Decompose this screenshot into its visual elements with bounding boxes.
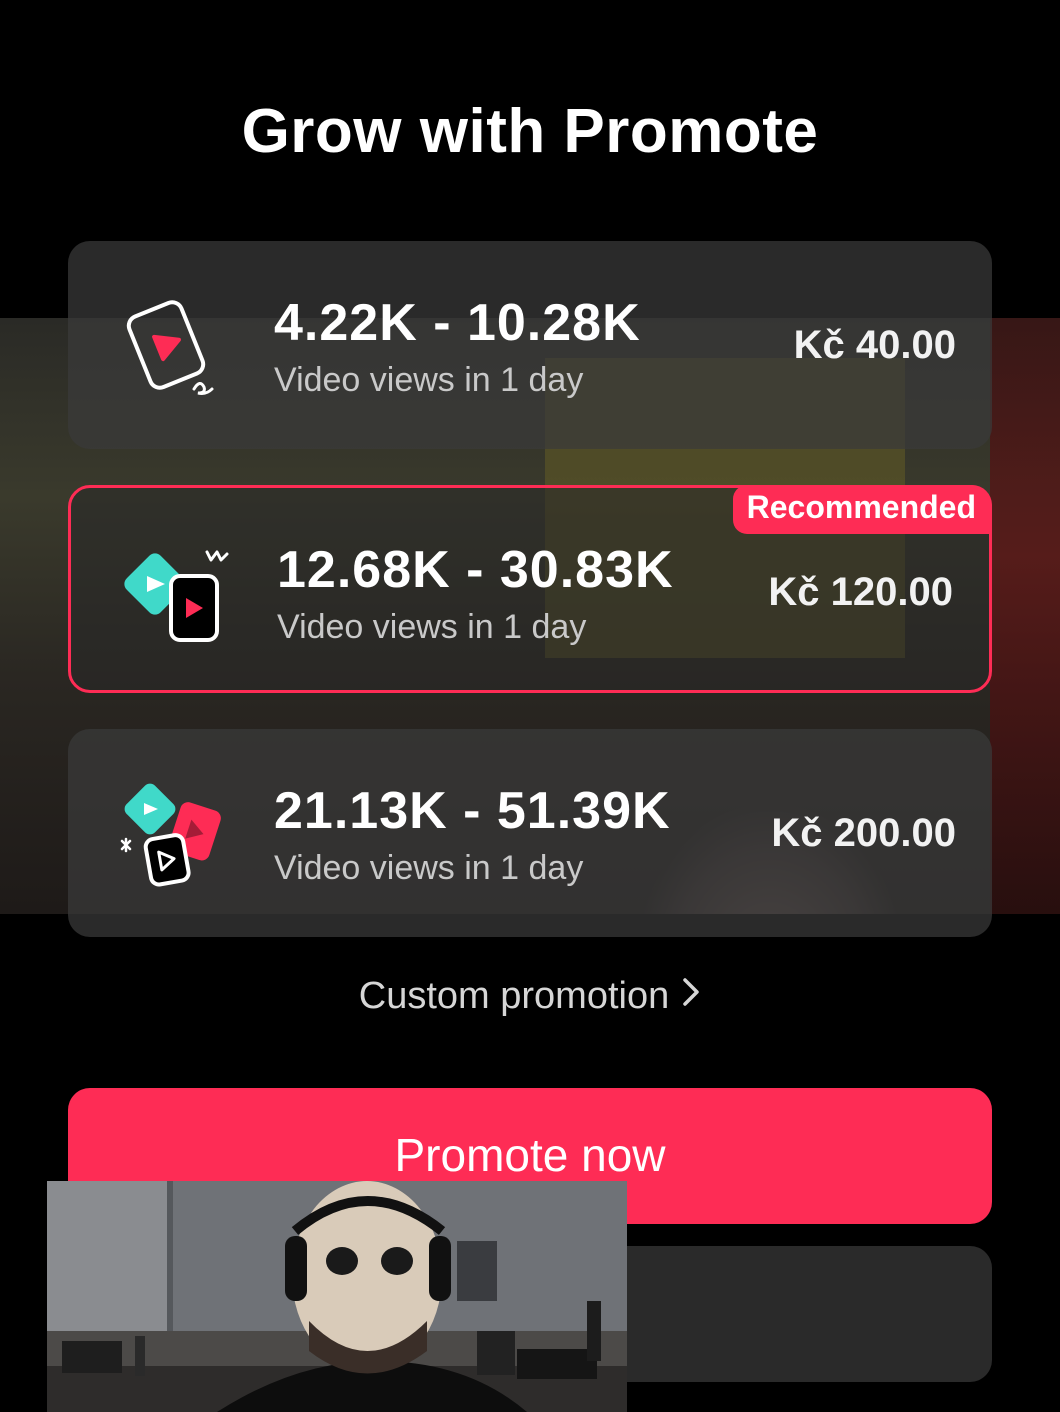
option-price: Kč 120.00: [768, 570, 953, 614]
promote-option-3[interactable]: 21.13K - 51.39K Video views in 1 day Kč …: [68, 729, 992, 937]
views-subtitle: Video views in 1 day: [274, 849, 584, 887]
background-video-red-edge: [990, 318, 1060, 914]
custom-promotion-label: Custom promotion: [358, 975, 670, 1017]
views-range: 4.22K - 10.28K: [274, 294, 641, 352]
single-video-card-icon: [126, 300, 214, 395]
triple-video-card-icon: [120, 783, 221, 887]
option-price: Kč 40.00: [793, 323, 956, 367]
recommended-badge: Recommended: [732, 485, 992, 534]
views-subtitle: Video views in 1 day: [274, 361, 584, 399]
page-title: Grow with Promote: [241, 97, 819, 166]
views-range: 12.68K - 30.83K: [277, 541, 674, 599]
webcam-scene-image: [47, 1181, 627, 1412]
option-price: Kč 200.00: [771, 811, 956, 855]
webcam-overlay: [47, 1181, 627, 1412]
promote-option-1[interactable]: 4.22K - 10.28K Video views in 1 day Kč 4…: [68, 241, 992, 449]
views-range: 21.13K - 51.39K: [274, 782, 671, 840]
custom-promotion-link[interactable]: Custom promotion: [0, 975, 1060, 1018]
promote-option-2[interactable]: Recommended 12.68K - 30.83K Video views …: [68, 485, 992, 693]
chevron-right-icon: [681, 975, 701, 1018]
double-video-card-icon: [124, 550, 229, 642]
views-subtitle: Video views in 1 day: [277, 608, 587, 646]
